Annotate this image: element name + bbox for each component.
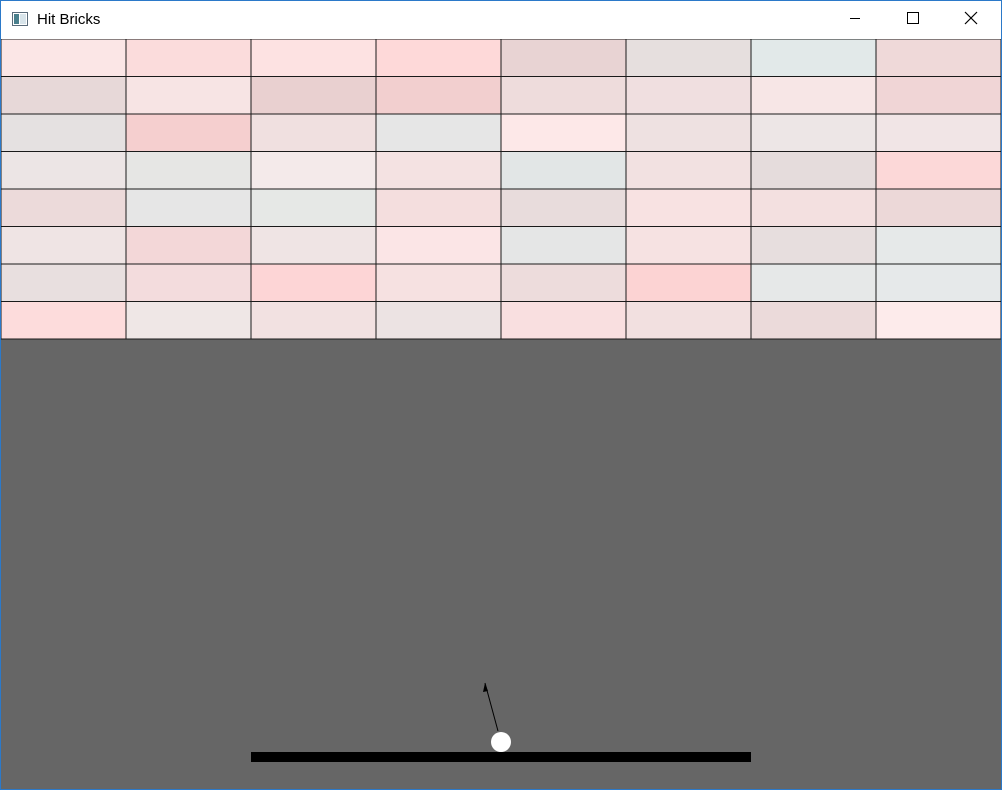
brick <box>625 301 752 340</box>
brick <box>375 188 502 227</box>
brick <box>125 151 252 190</box>
brick <box>750 151 877 190</box>
brick <box>750 263 877 302</box>
game-window: Hit Bricks <box>0 0 1002 790</box>
brick <box>625 39 752 77</box>
brick <box>500 263 627 302</box>
game-board <box>1 39 1001 762</box>
brick <box>250 188 377 227</box>
brick <box>125 226 252 265</box>
brick <box>875 301 1001 340</box>
brick <box>875 39 1001 77</box>
brick <box>625 76 752 115</box>
brick <box>625 263 752 302</box>
brick <box>500 301 627 340</box>
brick <box>250 301 377 340</box>
brick <box>1 151 127 190</box>
brick <box>500 76 627 115</box>
brick-wall <box>1 39 1001 340</box>
brick <box>750 226 877 265</box>
brick <box>1 226 127 265</box>
game-canvas[interactable] <box>1 39 1001 789</box>
app-icon <box>12 12 28 26</box>
maximize-icon <box>907 11 919 29</box>
brick <box>750 113 877 152</box>
brick <box>375 113 502 152</box>
brick <box>625 113 752 152</box>
brick <box>750 76 877 115</box>
brick <box>1 76 127 115</box>
brick <box>250 39 377 77</box>
brick <box>125 76 252 115</box>
brick <box>1 301 127 340</box>
brick <box>1 188 127 227</box>
brick <box>125 113 252 152</box>
close-button[interactable] <box>942 1 1000 39</box>
brick <box>625 226 752 265</box>
aim-arrow-icon <box>483 683 488 692</box>
brick <box>875 113 1001 152</box>
brick <box>1 39 127 77</box>
brick <box>375 151 502 190</box>
brick <box>875 263 1001 302</box>
minimize-icon <box>849 11 861 29</box>
brick <box>625 151 752 190</box>
brick <box>875 76 1001 115</box>
paddle[interactable] <box>251 752 751 762</box>
brick <box>500 188 627 227</box>
brick <box>750 188 877 227</box>
window-title: Hit Bricks <box>37 11 101 28</box>
brick <box>125 39 252 77</box>
maximize-button[interactable] <box>884 1 942 39</box>
brick <box>125 301 252 340</box>
brick <box>875 151 1001 190</box>
close-icon <box>964 11 978 30</box>
brick <box>500 151 627 190</box>
brick <box>1 113 127 152</box>
brick <box>750 39 877 77</box>
brick <box>250 76 377 115</box>
brick <box>250 263 377 302</box>
minimize-button[interactable] <box>826 1 884 39</box>
brick <box>875 188 1001 227</box>
ball <box>491 732 511 752</box>
brick <box>1 263 127 302</box>
brick <box>375 76 502 115</box>
brick <box>875 226 1001 265</box>
brick <box>500 113 627 152</box>
brick <box>375 263 502 302</box>
brick <box>250 113 377 152</box>
brick <box>625 188 752 227</box>
brick <box>375 301 502 340</box>
brick <box>125 263 252 302</box>
brick <box>375 226 502 265</box>
brick <box>750 301 877 340</box>
brick <box>500 39 627 77</box>
brick <box>375 39 502 77</box>
brick <box>125 188 252 227</box>
brick <box>250 226 377 265</box>
brick <box>250 151 377 190</box>
brick <box>500 226 627 265</box>
title-bar[interactable]: Hit Bricks <box>1 1 1001 39</box>
